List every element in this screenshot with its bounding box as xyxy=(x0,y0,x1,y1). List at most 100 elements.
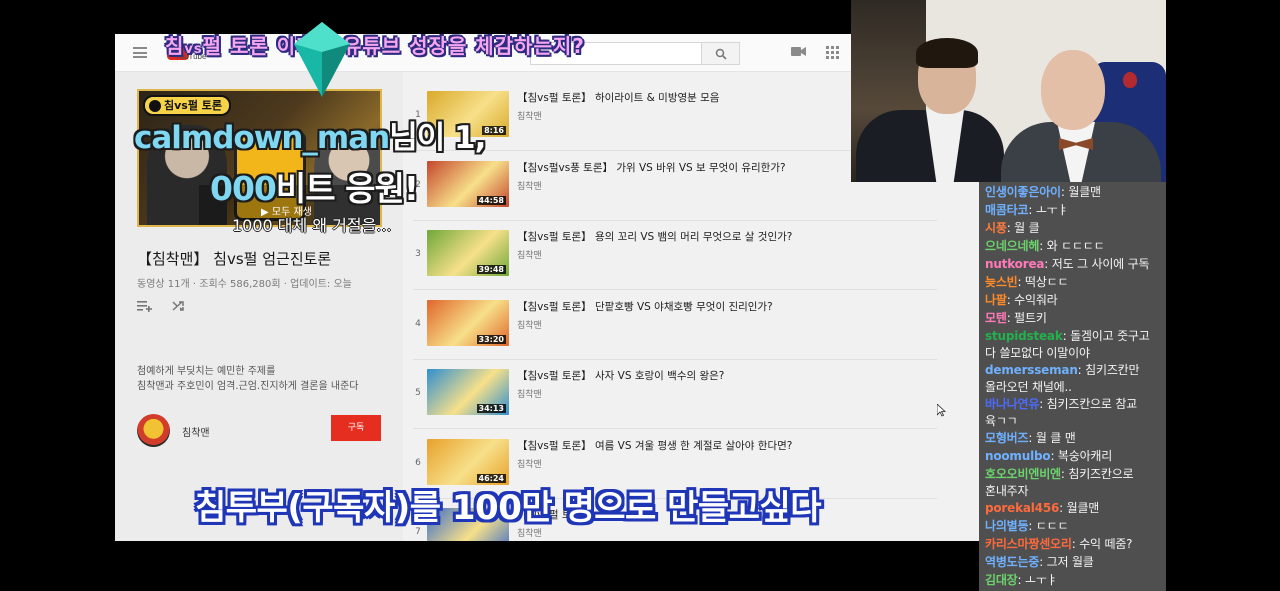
video-title[interactable]: 【침vs펄vs풍 토론】 가위 VS 바위 VS 보 무엇이 유리한가? xyxy=(517,160,786,175)
video-channel[interactable]: 침착맨 xyxy=(517,248,542,261)
webcam-feed xyxy=(851,0,1166,182)
subscribe-button[interactable]: 구독 xyxy=(331,415,381,441)
chat-text: 침키즈칸만 xyxy=(1085,363,1140,377)
video-channel[interactable]: 침착맨 xyxy=(517,457,542,470)
apps-icon[interactable] xyxy=(826,46,839,59)
chat-username[interactable]: 나의별등 xyxy=(985,519,1029,533)
chat-username[interactable]: demersseman xyxy=(985,363,1078,377)
shuffle-icon[interactable] xyxy=(172,300,186,312)
video-title[interactable]: 【침vs펄 토론】 용의 꼬리 VS 뱀의 머리 무엇으로 살 것인가? xyxy=(517,229,792,244)
chat-message: 매콤타코: ㅗㅜㅑ xyxy=(985,203,1069,217)
playlist-title[interactable]: 【침착맨】 침vs펄 엄근진토론 xyxy=(137,248,331,269)
chat-username[interactable]: 바나나연유 xyxy=(985,397,1039,411)
chat-message: 시풍: 월 클 xyxy=(985,221,1040,235)
chat-text: 월클맨 xyxy=(1068,185,1101,199)
chat-username[interactable]: 카리스마짱센오리 xyxy=(985,537,1072,551)
chat-text: ㄷㄷㄷ xyxy=(1035,519,1069,533)
chat-text: 와 ㄷㄷㄷㄷ xyxy=(1046,239,1105,253)
chat-text: 월 클 xyxy=(1014,221,1040,235)
playlist-meta: 동영상 11개 · 조회수 586,280회 · 업데이트: 오늘 xyxy=(137,279,352,290)
video-title[interactable]: 【침vs펄 토론】 단팥호빵 VS 야채호빵 무엇이 진리인가? xyxy=(517,299,773,314)
donation-gem-icon xyxy=(294,22,350,97)
video-title[interactable]: 【침vs펄 토론】 여름 VS 겨울 평생 한 계절로 살아야 한다면? xyxy=(517,438,792,453)
video-thumbnail[interactable]: 33:20 xyxy=(427,299,509,346)
chat-text: 복숭아캐리 xyxy=(1057,449,1113,463)
chat-text: 펄트키 xyxy=(1014,311,1047,325)
streamer-right xyxy=(1001,50,1161,182)
donation-message: 1000 대체 왜 거절을... xyxy=(232,216,392,235)
chat-username[interactable]: porekal456 xyxy=(985,501,1059,515)
chat-text: ㅗㅜㅑ xyxy=(1025,573,1058,587)
playlist-description: 첨예하게 부딪치는 예민한 주제를 xyxy=(137,366,276,377)
chat-text: 다 쓸모없다 이말이야 xyxy=(985,346,1090,360)
chat-message: 역병도는중: 그저 월클 xyxy=(985,555,1094,569)
video-duration: 8:16 xyxy=(482,126,506,135)
chat-text: 그저 월클 xyxy=(1046,555,1094,569)
video-thumbnail[interactable]: 46:24 xyxy=(427,438,509,485)
menu-icon[interactable] xyxy=(133,47,147,58)
streamer-left xyxy=(856,38,1004,182)
video-title[interactable]: 【침vs펄 토론】 사자 VS 호랑이 백수의 왕은? xyxy=(517,368,724,383)
video-channel[interactable]: 침착맨 xyxy=(517,318,542,331)
chat-text: 수익 떼줌? xyxy=(1079,537,1133,551)
caption-overlay: 침투부(구독자)를 100만 명으로 만들고싶다 xyxy=(195,488,822,528)
donation-alert-line1: calmdown_man님이 1, xyxy=(134,120,486,156)
topic-overlay: 침vs펄 토론 이후의 유튜브 성장을 체감하는지? xyxy=(165,34,585,58)
chat-text: 떡상ㄷㄷ xyxy=(1025,275,1069,289)
chat-text: 올라오던 채널에.. xyxy=(985,380,1072,394)
chat-message: porekal456: 월클맨 xyxy=(985,501,1100,515)
search-button[interactable] xyxy=(701,42,740,65)
chat-text: 월클맨 xyxy=(1066,501,1100,515)
chat-username[interactable]: 매콤타코 xyxy=(985,203,1029,217)
chat-message: 늦스빈: 떡상ㄷㄷ xyxy=(985,275,1069,289)
create-video-icon[interactable] xyxy=(791,46,806,57)
chat-username[interactable]: 시풍 xyxy=(985,221,1007,235)
youtube-page: YouTube 침vs펄 토론 ▶ 모두 재생 【침착맨】 침vs펄 엄근진토론… xyxy=(115,34,979,541)
chat-username[interactable]: noomulbo xyxy=(985,449,1051,463)
playlist-video-item[interactable]: 4 33:20 【침vs펄 토론】 단팥호빵 VS 야채호빵 무엇이 진리인가? 침착… xyxy=(413,291,937,360)
stream-frame: YouTube 침vs펄 토론 ▶ 모두 재생 【침착맨】 침vs펄 엄근진토론… xyxy=(0,0,1280,591)
chat-username[interactable]: 김대장 xyxy=(985,573,1018,587)
playlist-description: 침착맨과 주호민이 엄격.근엄.진지하게 결론을 내준다 xyxy=(137,381,359,392)
mouse-cursor-icon xyxy=(937,404,946,417)
chat-text: ㅗㅜㅑ xyxy=(1035,203,1069,217)
chat-text: 침키즈칸으로 참교 xyxy=(1046,397,1138,411)
video-title[interactable]: 【침vs펄 토론】 하이라이트 & 미방영분 모음 xyxy=(517,90,719,105)
video-index: 4 xyxy=(415,318,421,329)
chat-username[interactable]: 인생이좋은아이 xyxy=(985,185,1061,199)
video-duration: 34:13 xyxy=(476,404,506,413)
chat-message: 모형버즈: 월 클 맨 xyxy=(985,431,1076,445)
chat-text: 돌겜이고 줏구고 xyxy=(1070,329,1150,343)
channel-avatar[interactable] xyxy=(137,414,170,447)
video-index: 3 xyxy=(415,249,421,259)
chat-username[interactable]: stupidsteak xyxy=(985,329,1063,343)
chat-text: 수익줘라 xyxy=(1014,293,1058,307)
chat-username[interactable]: 역병도는중 xyxy=(985,555,1039,569)
chat-username[interactable]: 으네으네헤 xyxy=(985,239,1039,253)
chat-message: demersseman: 침키즈칸만 올라오던 채널에.. xyxy=(985,363,1140,394)
chat-username[interactable]: nutkorea xyxy=(985,257,1044,271)
channel-name[interactable]: 침착맨 xyxy=(182,424,210,439)
video-channel[interactable]: 침착맨 xyxy=(517,179,542,192)
video-thumbnail[interactable]: 39:48 xyxy=(427,230,509,276)
playlist-video-item[interactable]: 5 34:13 【침vs펄 토론】 사자 VS 호랑이 백수의 왕은? 침착맨 xyxy=(413,360,937,429)
video-thumbnail[interactable]: 44:58 xyxy=(427,160,509,207)
chat-message: 호오오비엔비엔: 침키즈칸으로 혼내주자 xyxy=(985,467,1134,498)
playlist-video-item[interactable]: 3 39:48 【침vs펄 토론】 용의 꼬리 VS 뱀의 머리 무엇으로 살 것인… xyxy=(413,221,937,290)
add-to-queue-icon[interactable] xyxy=(137,300,153,312)
chat-message: nutkorea: 저도 그 사이에 구독 xyxy=(985,257,1150,271)
chat-message: noomulbo: 복숭아캐리 xyxy=(985,449,1113,463)
video-channel[interactable]: 침착맨 xyxy=(517,387,542,400)
video-channel[interactable]: 침착맨 xyxy=(517,109,542,122)
chat-username[interactable]: 나팔 xyxy=(985,293,1007,307)
chat-message: stupidsteak: 돌겜이고 줏구고 다 쓸모없다 이말이야 xyxy=(985,329,1150,360)
chat-username[interactable]: 모텐 xyxy=(985,311,1007,325)
chat-username[interactable]: 모형버즈 xyxy=(985,431,1029,445)
chat-username[interactable]: 호오오비엔비엔 xyxy=(985,467,1061,481)
chat-username[interactable]: 늦스빈 xyxy=(985,275,1018,289)
chat-message: 인생이좋은아이: 월클맨 xyxy=(985,185,1101,199)
chat-text: 육ㄱㄱ xyxy=(985,414,1018,428)
chat-panel: 인생이좋은아이: 월클맨매콤타코: ㅗㅜㅑ 시풍: 월 클으네으네헤: 와 ㄷㄷㄷ… xyxy=(979,182,1166,591)
chat-message: 으네으네헤: 와 ㄷㄷㄷㄷ xyxy=(985,239,1105,253)
video-thumbnail[interactable]: 34:13 xyxy=(427,369,509,415)
